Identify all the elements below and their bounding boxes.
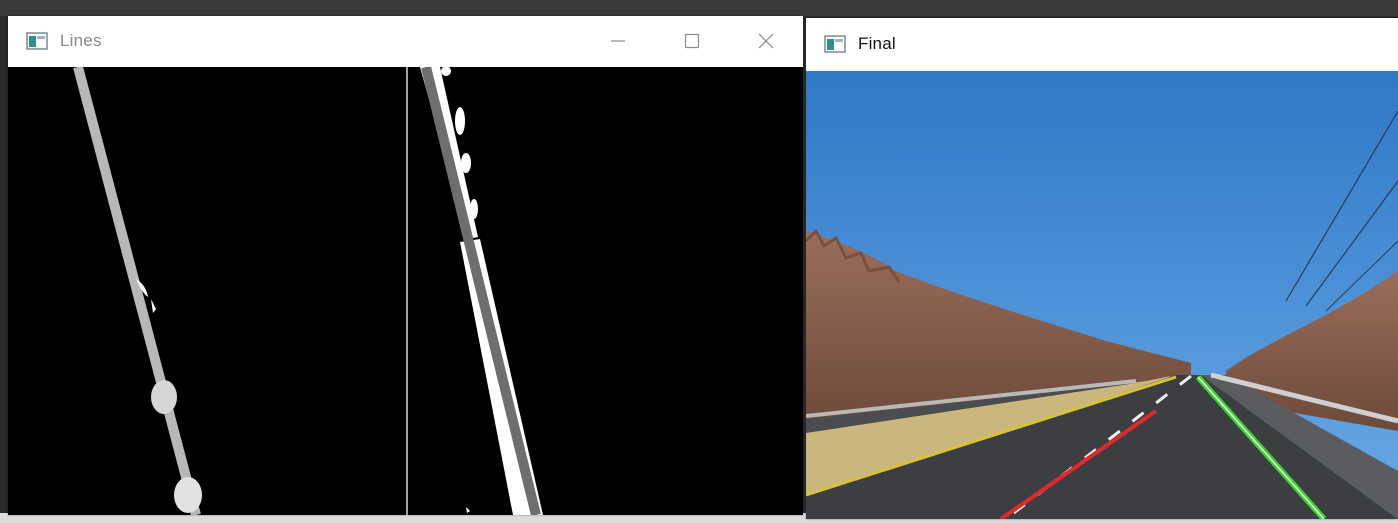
lines-image-canvas — [8, 67, 803, 515]
window-controls — [581, 16, 803, 66]
final-window-title: Final — [858, 34, 896, 53]
window-app-icon — [26, 32, 48, 50]
background-window-strip — [0, 0, 1398, 16]
left-blob — [174, 477, 202, 513]
right-blob — [461, 153, 471, 173]
road-photo-with-lane-overlay — [806, 71, 1398, 519]
minimize-button[interactable] — [581, 16, 655, 66]
final-window-titlebar[interactable]: Final — [806, 18, 1398, 70]
lines-window[interactable]: Lines — [8, 16, 803, 515]
maximize-icon — [684, 33, 700, 49]
final-image-canvas — [806, 71, 1398, 519]
window-app-icon — [824, 35, 846, 53]
final-window[interactable]: Final — [806, 18, 1398, 519]
close-icon — [758, 33, 774, 49]
close-button[interactable] — [729, 16, 803, 66]
right-blob — [455, 107, 465, 135]
right-blob — [470, 199, 478, 219]
lane-mask-image — [8, 67, 803, 515]
lines-window-title: Lines — [60, 31, 102, 50]
left-blob — [151, 380, 177, 414]
lines-window-titlebar[interactable]: Lines — [8, 16, 803, 66]
maximize-button[interactable] — [655, 16, 729, 66]
minimize-icon — [611, 40, 625, 42]
